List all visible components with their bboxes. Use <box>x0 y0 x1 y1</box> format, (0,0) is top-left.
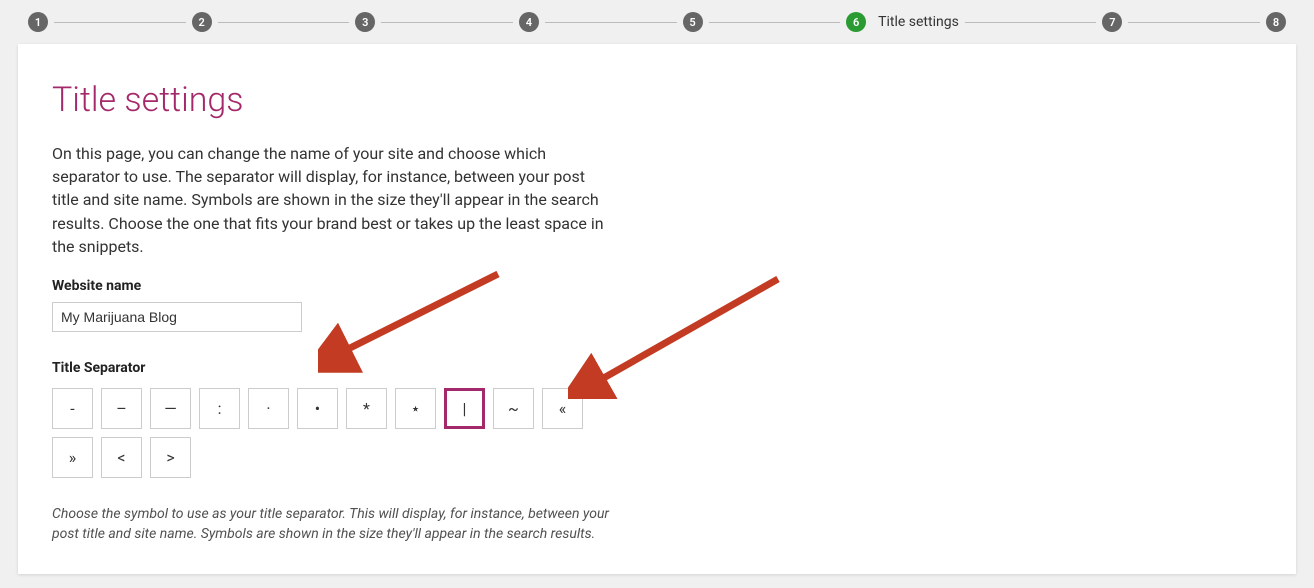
step-circle: 2 <box>192 12 212 32</box>
separator-option[interactable]: — <box>150 388 191 429</box>
step-connector <box>1128 22 1260 23</box>
wizard-step-5[interactable]: 5 <box>683 12 703 32</box>
separator-options: -–—:·•*⋆|~« »<> <box>52 388 622 478</box>
wizard-step-4[interactable]: 4 <box>519 12 539 32</box>
step-connector <box>545 22 677 23</box>
wizard-step-6[interactable]: 6 Title settings <box>846 12 959 32</box>
wizard-step-7[interactable]: 7 <box>1102 12 1122 32</box>
page-title: Title settings <box>52 80 1262 120</box>
step-circle: 8 <box>1266 12 1286 32</box>
step-circle: 5 <box>683 12 703 32</box>
separator-option[interactable]: | <box>444 388 485 429</box>
wizard-step-1[interactable]: 1 <box>28 12 48 32</box>
title-separator-label: Title Separator <box>52 360 1262 376</box>
page-description: On this page, you can change the name of… <box>52 142 612 258</box>
separator-option[interactable]: » <box>52 437 93 478</box>
step-connector <box>965 22 1097 23</box>
step-circle: 7 <box>1102 12 1122 32</box>
website-name-label: Website name <box>52 278 1262 294</box>
step-circle: 3 <box>355 12 375 32</box>
step-circle: 6 <box>846 12 866 32</box>
wizard-stepper: 1 2 3 4 5 6 Title settings 7 8 <box>0 0 1314 44</box>
separator-option[interactable]: < <box>101 437 142 478</box>
separator-option[interactable]: « <box>542 388 583 429</box>
separator-option[interactable]: • <box>297 388 338 429</box>
separator-helper-text: Choose the symbol to use as your title s… <box>52 504 612 545</box>
step-connector <box>381 22 513 23</box>
separator-option[interactable]: - <box>52 388 93 429</box>
separator-option[interactable]: ⋆ <box>395 388 436 429</box>
separator-option[interactable]: ~ <box>493 388 534 429</box>
wizard-step-8[interactable]: 8 <box>1266 12 1286 32</box>
separator-option[interactable]: * <box>346 388 387 429</box>
step-connector <box>54 22 186 23</box>
step-connector <box>709 22 841 23</box>
step-connector <box>218 22 350 23</box>
separator-option[interactable]: : <box>199 388 240 429</box>
step-label: Title settings <box>878 14 959 30</box>
settings-card: Title settings On this page, you can cha… <box>18 44 1296 574</box>
separator-option[interactable]: – <box>101 388 142 429</box>
step-circle: 1 <box>28 12 48 32</box>
separator-option[interactable]: · <box>248 388 289 429</box>
separator-option[interactable]: > <box>150 437 191 478</box>
website-name-input[interactable] <box>52 302 302 332</box>
step-circle: 4 <box>519 12 539 32</box>
wizard-step-3[interactable]: 3 <box>355 12 375 32</box>
wizard-step-2[interactable]: 2 <box>192 12 212 32</box>
